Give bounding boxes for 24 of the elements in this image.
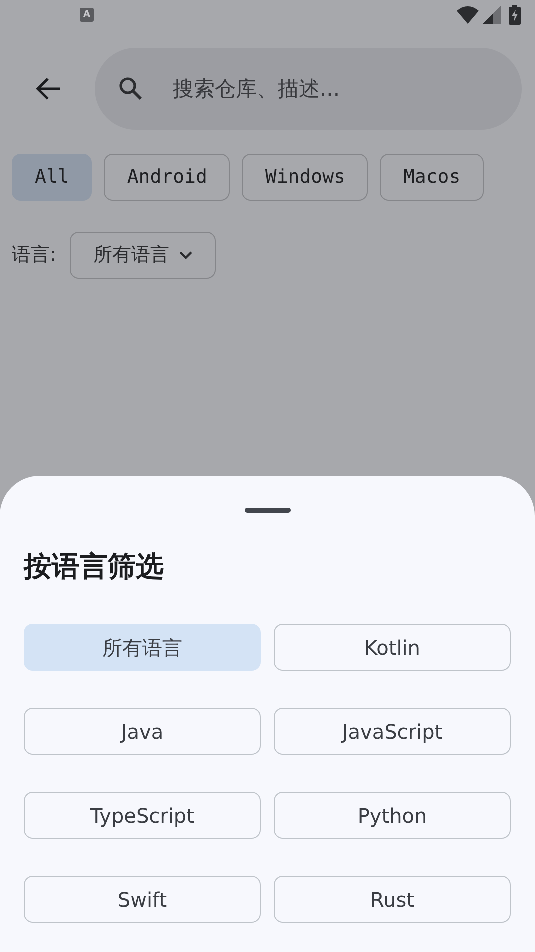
notification-icon: A: [80, 8, 94, 22]
language-option[interactable]: Java: [24, 708, 261, 755]
language-option[interactable]: Rust: [274, 876, 511, 923]
signal-icon: [483, 6, 501, 24]
language-option[interactable]: TypeScript: [24, 792, 261, 839]
wifi-icon: [457, 6, 479, 24]
platform-chip[interactable]: Macos: [380, 154, 484, 201]
platform-chip[interactable]: Android: [104, 154, 230, 201]
language-label: 语言:: [12, 243, 56, 268]
sheet-title: 按语言筛选: [24, 553, 165, 581]
chevron-down-icon: [179, 251, 194, 260]
language-option[interactable]: Kotlin: [274, 624, 511, 671]
language-dropdown[interactable]: 所有语言: [70, 232, 216, 279]
platform-chip[interactable]: All: [12, 154, 92, 201]
platform-chip[interactable]: Windows: [242, 154, 368, 201]
language-option[interactable]: Python: [274, 792, 511, 839]
back-arrow-icon: [34, 77, 60, 101]
language-option[interactable]: Swift: [24, 876, 261, 923]
search-icon: [119, 77, 143, 101]
language-option[interactable]: 所有语言: [24, 624, 261, 671]
search-field[interactable]: 搜索仓库、描述...: [95, 48, 522, 130]
battery-icon: [509, 5, 521, 25]
language-option[interactable]: JavaScript: [274, 708, 511, 755]
drag-handle[interactable]: [244, 508, 290, 513]
